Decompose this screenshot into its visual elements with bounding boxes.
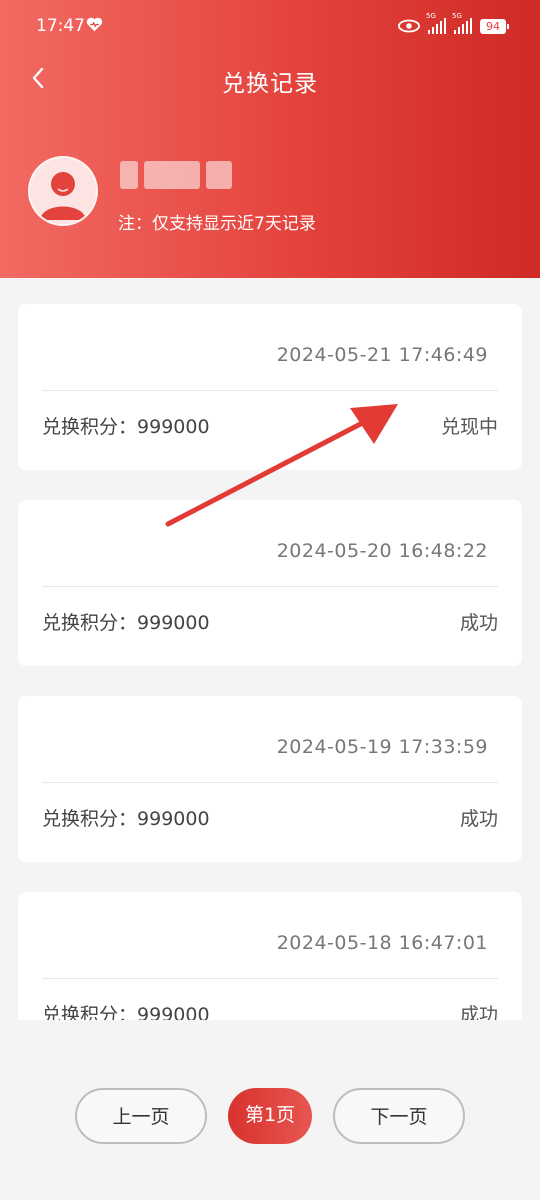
user-silhouette-icon <box>40 172 86 220</box>
record-points: 兑换积分：999000 <box>42 1004 210 1020</box>
record-time: 2024-05-19 17:33:59 <box>276 736 488 758</box>
header-banner: 17:47 5G 5G 94 兑换记录 注：仅支持显示近7天记录 <box>0 0 540 278</box>
record-status: 兑现中 <box>440 416 498 438</box>
status-time: 17:47 <box>36 16 85 36</box>
battery-icon: 94 <box>480 18 509 34</box>
record-points: 兑换积分：999000 <box>42 808 210 830</box>
page-title: 兑换记录 <box>222 71 318 97</box>
records-note: 注：仅支持显示近7天记录 <box>118 214 316 234</box>
record-status: 成功 <box>459 1004 498 1020</box>
avatar <box>28 156 98 226</box>
record-points: 兑换积分：999000 <box>42 416 210 438</box>
record-card[interactable]: 2024-05-21 17:46:49 兑换积分：999000 兑现中 <box>18 304 522 470</box>
status-bar: 17:47 5G 5G 94 <box>0 0 540 52</box>
record-time: 2024-05-20 16:48:22 <box>276 540 488 562</box>
heart-icon <box>86 17 103 32</box>
divider <box>42 978 498 979</box>
nav-bar: 兑换记录 <box>0 52 540 104</box>
current-page-button[interactable]: 第1页 <box>228 1088 312 1144</box>
username-redacted <box>120 158 260 192</box>
record-status: 成功 <box>459 612 498 634</box>
record-time: 2024-05-18 16:47:01 <box>276 932 488 954</box>
record-points: 兑换积分：999000 <box>42 612 210 634</box>
record-card[interactable]: 2024-05-20 16:48:22 兑换积分：999000 成功 <box>18 500 522 666</box>
divider <box>42 586 498 587</box>
divider <box>42 782 498 783</box>
eye-icon <box>398 19 420 33</box>
pagination: 上一页 第1页 下一页 <box>0 1088 540 1146</box>
prev-page-button[interactable]: 上一页 <box>75 1088 207 1144</box>
next-page-button[interactable]: 下一页 <box>333 1088 465 1144</box>
records-list[interactable]: 2024-05-21 17:46:49 兑换积分：999000 兑现中 2024… <box>18 304 522 1020</box>
signal-icon-sim1: 5G <box>426 12 446 34</box>
record-time: 2024-05-21 17:46:49 <box>276 344 488 366</box>
record-status: 成功 <box>459 808 498 830</box>
record-card[interactable]: 2024-05-19 17:33:59 兑换积分：999000 成功 <box>18 696 522 862</box>
divider <box>42 390 498 391</box>
signal-icon-sim2: 5G <box>452 12 472 34</box>
record-card[interactable]: 2024-05-18 16:47:01 兑换积分：999000 成功 <box>18 892 522 1020</box>
